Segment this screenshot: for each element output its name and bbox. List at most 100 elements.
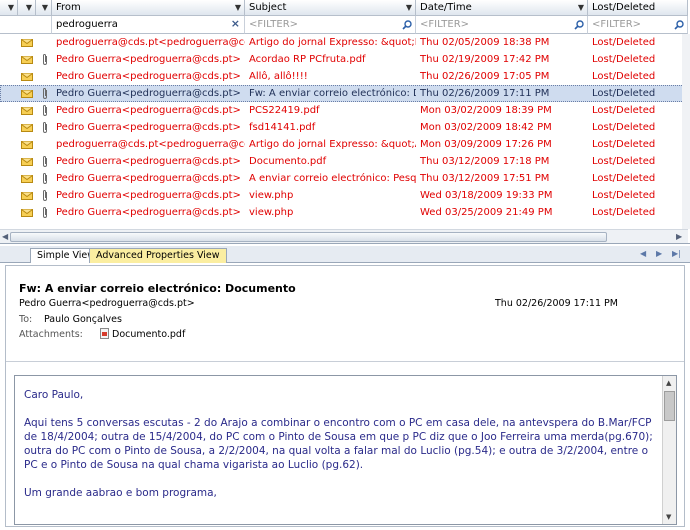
row-from: Pedro Guerra<pedroguerra@cds.pt> — [56, 105, 241, 116]
last-tab-icon[interactable]: ▶| — [672, 249, 681, 258]
from-filter-value: pedroguerra — [56, 19, 118, 30]
row-from: Pedro Guerra<pedroguerra@cds.pt> — [56, 156, 241, 167]
row-from: Pedro Guerra<pedroguerra@cds.pt> — [56, 190, 241, 201]
row-from: Pedro Guerra<pedroguerra@cds.pt> — [56, 173, 241, 184]
table-row[interactable]: Pedro Guerra<pedroguerra@cds.pt> Acordao … — [0, 51, 688, 68]
row-from: pedroguerra@cds.pt<pedroguerra@cds.pt> — [56, 37, 245, 48]
table-row[interactable]: Pedro Guerra<pedroguerra@cds.pt> view.php… — [0, 187, 688, 204]
column-header-subject[interactable]: Subject ▼ — [245, 0, 416, 16]
row-date: Thu 02/19/2009 17:42 PM — [420, 54, 550, 65]
row-date: Thu 03/12/2009 17:51 PM — [420, 173, 550, 184]
table-row[interactable]: Pedro Guerra<pedroguerra@cds.pt> Fw: A en… — [0, 85, 688, 102]
row-icon-cell — [18, 34, 36, 51]
row-lost-deleted: Lost/Deleted — [592, 37, 656, 48]
scroll-up-icon[interactable]: ▲ — [666, 379, 671, 387]
search-icon[interactable] — [574, 20, 584, 30]
horizontal-scrollbar[interactable]: ◀ ▶ — [0, 229, 688, 243]
row-icon-cell — [18, 204, 36, 221]
body-paragraph: Um grande aabrao e bom programa, — [24, 487, 217, 499]
row-date: Mon 03/02/2009 18:39 PM — [420, 105, 552, 116]
table-row[interactable]: Pedro Guerra<pedroguerra@cds.pt> Document… — [0, 153, 688, 170]
pdf-file-icon — [100, 328, 109, 339]
row-subject: A enviar correio electrónico: Pesquisa — [249, 173, 416, 184]
row-subject: view.php — [249, 207, 294, 218]
attachment-link[interactable]: Documento.pdf — [100, 328, 185, 340]
row-date: Thu 02/26/2009 17:11 PM — [420, 88, 550, 99]
subject-filter-placeholder: <FILTER> — [249, 19, 299, 30]
table-row[interactable]: pedroguerra@cds.pt<pedroguerra@cds.pt> Ar… — [0, 136, 688, 153]
subject-filter-input[interactable]: <FILTER> — [245, 16, 416, 34]
table-row[interactable]: pedroguerra@cds.pt<pedroguerra@cds.pt> Ar… — [0, 34, 688, 51]
row-lost-deleted: Lost/Deleted — [592, 190, 656, 201]
lost-filter-input[interactable]: <FILTER> — [588, 16, 688, 34]
message-body[interactable]: Caro Paulo, Aqui tens 5 conversas escuta… — [14, 375, 677, 525]
row-lost-deleted: Lost/Deleted — [592, 139, 656, 150]
scroll-down-icon[interactable]: ▼ — [666, 513, 671, 521]
row-icon-cell — [18, 85, 36, 102]
row-icon-cell — [18, 119, 36, 136]
scrollbar-thumb[interactable] — [10, 232, 607, 242]
row-subject: Acordao RP PCfruta.pdf — [249, 54, 366, 65]
envelope-icon — [21, 158, 33, 166]
row-attachment-cell — [36, 153, 52, 170]
attachment-name: Documento.pdf — [112, 329, 186, 340]
first-tab-icon[interactable]: ◀ — [640, 249, 646, 258]
table-row[interactable]: Pedro Guerra<pedroguerra@cds.pt> view.php… — [0, 204, 688, 221]
column-header-icon[interactable]: ▼ — [18, 0, 36, 16]
row-lost-deleted: Lost/Deleted — [592, 88, 656, 99]
column-header-lost[interactable]: Lost/Deleted — [588, 0, 688, 16]
column-header-label: Lost/Deleted — [592, 2, 656, 13]
paperclip-icon — [43, 88, 47, 99]
envelope-icon — [21, 73, 33, 81]
view-tab-strip: Simple View Advanced Properties View ◀ ▶… — [0, 246, 690, 263]
row-icon-cell — [18, 102, 36, 119]
search-icon[interactable] — [674, 20, 684, 30]
row-from: Pedro Guerra<pedroguerra@cds.pt> — [56, 207, 241, 218]
row-attachment-cell — [36, 68, 52, 85]
row-date: Thu 02/26/2009 17:05 PM — [420, 71, 550, 82]
envelope-icon — [21, 39, 33, 47]
column-header-date[interactable]: Date/Time ▼ — [416, 0, 588, 16]
body-paragraph: Caro Paulo, — [24, 389, 84, 401]
table-row[interactable]: Pedro Guerra<pedroguerra@cds.pt> A enviar… — [0, 170, 688, 187]
column-header-from[interactable]: From ▼ — [52, 0, 245, 16]
row-attachment-cell — [36, 119, 52, 136]
row-subject: fsd14141.pdf — [249, 122, 316, 133]
sort-arrow-icon: ▼ — [577, 3, 584, 12]
table-row[interactable]: Pedro Guerra<pedroguerra@cds.pt> Allô, al… — [0, 68, 688, 85]
tab-advanced-properties-view[interactable]: Advanced Properties View — [89, 248, 227, 263]
paperclip-icon — [43, 173, 47, 184]
envelope-icon — [21, 175, 33, 183]
next-tab-icon[interactable]: ▶ — [656, 249, 662, 258]
search-icon[interactable] — [402, 20, 412, 30]
row-icon-cell — [18, 136, 36, 153]
envelope-icon — [21, 107, 33, 115]
row-subject: PCS22419.pdf — [249, 105, 320, 116]
paperclip-icon — [43, 122, 47, 133]
row-attachment-cell — [36, 102, 52, 119]
row-subject: view.php — [249, 190, 294, 201]
column-header-attachment[interactable]: ▼ — [36, 0, 52, 16]
column-header-label: Date/Time — [420, 2, 472, 13]
row-lost-deleted: Lost/Deleted — [592, 71, 656, 82]
row-attachment-cell — [36, 187, 52, 204]
scroll-right-icon[interactable]: ▶ — [676, 232, 682, 241]
sort-arrow-icon: ▼ — [405, 3, 412, 12]
row-attachment-cell — [36, 51, 52, 68]
column-header-flag[interactable]: ▼ — [0, 0, 18, 16]
grid-vertical-scrollbar[interactable] — [682, 34, 690, 229]
scroll-left-icon[interactable]: ◀ — [2, 232, 8, 241]
from-filter-input[interactable]: pedroguerra × — [52, 16, 245, 34]
date-filter-input[interactable]: <FILTER> — [416, 16, 588, 34]
body-vertical-scrollbar[interactable]: ▲ ▼ — [662, 376, 676, 524]
message-list: pedroguerra@cds.pt<pedroguerra@cds.pt> Ar… — [0, 34, 688, 221]
sort-arrow-icon: ▼ — [234, 3, 241, 12]
clear-filter-icon[interactable]: × — [231, 17, 240, 30]
envelope-icon — [21, 141, 33, 149]
table-row[interactable]: Pedro Guerra<pedroguerra@cds.pt> fsd14141… — [0, 119, 688, 136]
paperclip-icon — [43, 190, 47, 201]
row-date: Thu 03/12/2009 17:18 PM — [420, 156, 550, 167]
scrollbar-thumb[interactable] — [664, 391, 675, 421]
row-date: Mon 03/09/2009 17:26 PM — [420, 139, 552, 150]
table-row[interactable]: Pedro Guerra<pedroguerra@cds.pt> PCS22419… — [0, 102, 688, 119]
